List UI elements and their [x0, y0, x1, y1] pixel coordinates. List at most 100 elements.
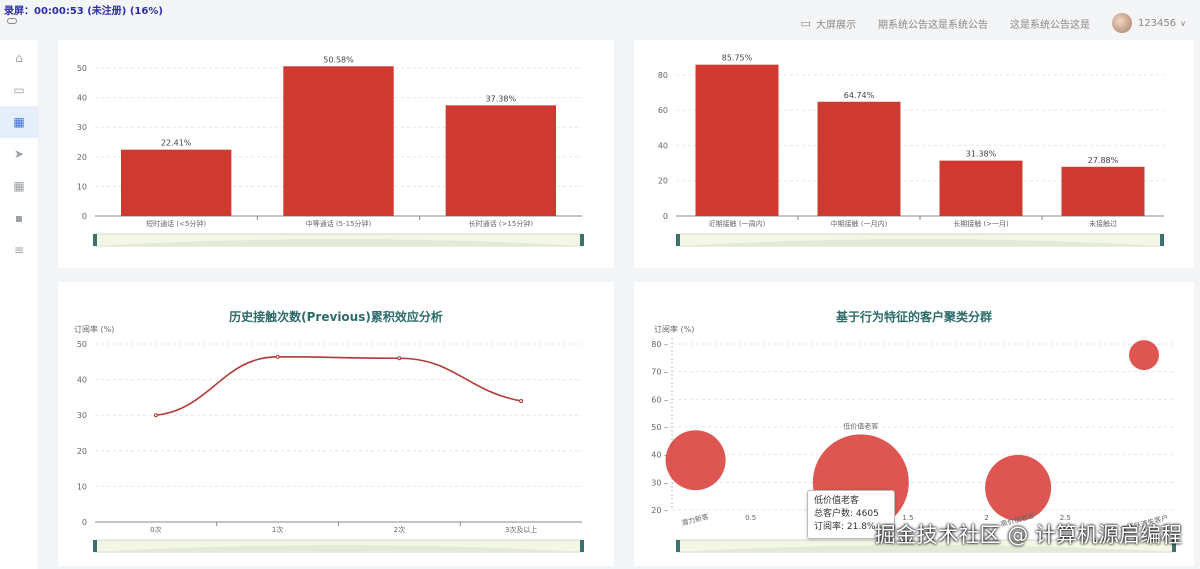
- notice-marquee-1: 期系统公告这是系统公告: [877, 19, 988, 31]
- y-tick-label: 0: [663, 212, 668, 221]
- x-tick-label: 中等通话 (5-15分钟): [306, 219, 372, 228]
- sidebar-item-home[interactable]: ⌂: [0, 42, 38, 74]
- zoom-handle-right: [580, 234, 584, 246]
- y-tick-label: 0: [82, 212, 87, 221]
- y-tick-label: 40: [658, 141, 668, 150]
- y-tick-label: 20: [658, 177, 668, 186]
- data-label: 27.88%: [1088, 156, 1119, 165]
- y-tick-label: 30: [77, 411, 87, 420]
- bar: [445, 105, 557, 216]
- y-tick-label: 20 –: [651, 506, 668, 515]
- line-point: [153, 413, 158, 418]
- data-label: 85.75%: [722, 54, 753, 63]
- bubble: [665, 430, 726, 491]
- sidebar-item-send[interactable]: ➤: [0, 138, 38, 170]
- username: 123456: [1137, 17, 1177, 29]
- menu-icon: ≡: [13, 243, 25, 257]
- line-point: [397, 356, 402, 361]
- bar: [695, 64, 779, 216]
- home-icon: ⌂: [15, 51, 23, 65]
- bar: [939, 160, 1023, 216]
- top-bar: ▭ 大屏展示 期系统公告这是系统公告 这是系统公告这是 123456 ∨: [801, 10, 1200, 36]
- y-tick-label: 40: [77, 376, 87, 385]
- recording-toggle[interactable]: [7, 18, 17, 24]
- y-axis-label: 订阅率 (%): [654, 324, 694, 334]
- data-label: 50.58%: [323, 55, 354, 64]
- zoom-handle-left: [93, 540, 97, 552]
- series-line: [155, 356, 522, 416]
- y-tick-label: 60 –: [651, 395, 668, 404]
- line-point: [275, 354, 280, 359]
- y-tick-label: 30: [77, 123, 87, 132]
- data-label: 37.38%: [486, 94, 517, 103]
- y-tick-label: 80: [658, 71, 668, 80]
- data-label: 31.38%: [966, 150, 997, 159]
- sidebar-item-apps[interactable]: ▪: [0, 202, 38, 234]
- sidebar-item-menu[interactable]: ≡: [0, 234, 38, 266]
- y-tick-label: 60: [658, 106, 668, 115]
- apps-icon: ▪: [14, 211, 24, 225]
- y-tick-label: 0: [82, 518, 87, 527]
- y-tick-label: 10: [77, 482, 87, 491]
- notice-marquee-2: 这是系统公告这是: [1009, 19, 1090, 31]
- x-tick-label: 0次: [150, 525, 161, 534]
- chart-contact-recency: 0 20 40 60 80 85.75% 近期接触 (一周内) 64.74% 中期接触 (一月内…: [658, 54, 1164, 247]
- y-tick-label: 20: [77, 447, 87, 456]
- y-tick-label: 50: [77, 340, 87, 349]
- grid-icon: ▦: [13, 115, 25, 129]
- x-tick-label: 短时通话 (<5分钟): [146, 219, 206, 228]
- y-tick-label: 40: [77, 94, 87, 103]
- x-tick-label: 近期接触 (一周内): [709, 219, 766, 228]
- bigscreen-button[interactable]: ▭ 大屏展示: [801, 16, 856, 31]
- bubble: [1129, 340, 1159, 371]
- sidebar-item-table[interactable]: ▦: [0, 170, 38, 202]
- bubble: [985, 454, 1052, 521]
- zoom-handle-left: [676, 234, 680, 246]
- recording-label: 录屏：00:00:53 (未注册) (16%): [4, 6, 163, 17]
- bar: [283, 66, 394, 216]
- point-label: 潜力新客: [680, 512, 709, 528]
- y-tick-label: 50 –: [651, 423, 668, 432]
- chart-panel-call-duration: 0 10 20 30 40 50 22.41% 短时通话 (<5分钟) 50.58% 中等通话 (…: [58, 40, 614, 268]
- x-tick-label: 长期接触 (>一月): [953, 219, 1009, 228]
- chart-panel-previous-contacts: 历史接触次数(Previous)累积效应分析 订阅率 (%) 0 10 20 30 40 5…: [58, 282, 614, 566]
- y-tick-label: 10: [77, 182, 87, 191]
- tooltip-title: 低价值老客: [814, 496, 860, 506]
- y-tick-label: 20: [77, 153, 87, 162]
- data-label: 64.74%: [844, 91, 875, 100]
- sidebar-item-grid[interactable]: ▦: [0, 106, 38, 138]
- sidebar-item-card[interactable]: ▭: [0, 74, 38, 106]
- monitor-icon: ▭: [800, 16, 811, 30]
- chart-panel-contact-recency: 0 20 40 60 80 85.75% 近期接触 (一周内) 64.74% 中期接触 (一月内…: [634, 40, 1194, 268]
- chevron-down-icon: ∨: [1180, 18, 1186, 28]
- bigscreen-label: 大屏展示: [815, 19, 856, 31]
- x-tick-label: 长时通话 (>15分钟): [469, 219, 534, 228]
- x-tick-label: 1次: [272, 525, 283, 534]
- watermark: 掘金技术社区 @ 计算机源启编程: [874, 523, 1182, 547]
- zoom-handle-left: [93, 234, 97, 246]
- y-tick-label: 80 –: [651, 340, 668, 349]
- zoom-handle-left: [676, 540, 680, 552]
- user-menu[interactable]: 123456 ∨: [1111, 13, 1186, 33]
- zoom-handle-right: [580, 540, 584, 552]
- bar: [120, 149, 232, 216]
- x-tick-label: 0.5: [745, 514, 756, 522]
- y-tick-label: 70 –: [651, 368, 668, 377]
- x-tick-label: 未接触过: [1089, 219, 1117, 228]
- avatar: [1111, 13, 1132, 33]
- sidebar: ⌂ ▭ ▦ ➤ ▦ ▪ ≡: [0, 40, 39, 569]
- x-tick-label: 2次: [394, 525, 405, 534]
- data-label: 22.41%: [161, 139, 192, 148]
- x-tick-label: 中期接触 (一月内): [831, 219, 888, 228]
- x-tick-label: 3次及以上: [505, 525, 537, 534]
- bar: [1061, 166, 1145, 216]
- bubble-label: 低价值老客: [843, 421, 878, 430]
- zoom-handle-right: [1160, 234, 1164, 246]
- table-icon: ▦: [13, 179, 25, 193]
- y-axis-label: 订阅率 (%): [74, 324, 114, 334]
- chart-previous-contacts: 订阅率 (%) 0 10 20 30 40 50 0次 1次 2次 3次及以上: [74, 324, 584, 553]
- send-icon: ➤: [13, 147, 25, 161]
- y-tick-label: 40 –: [651, 451, 668, 460]
- line-point: [519, 398, 524, 403]
- bar: [817, 101, 901, 216]
